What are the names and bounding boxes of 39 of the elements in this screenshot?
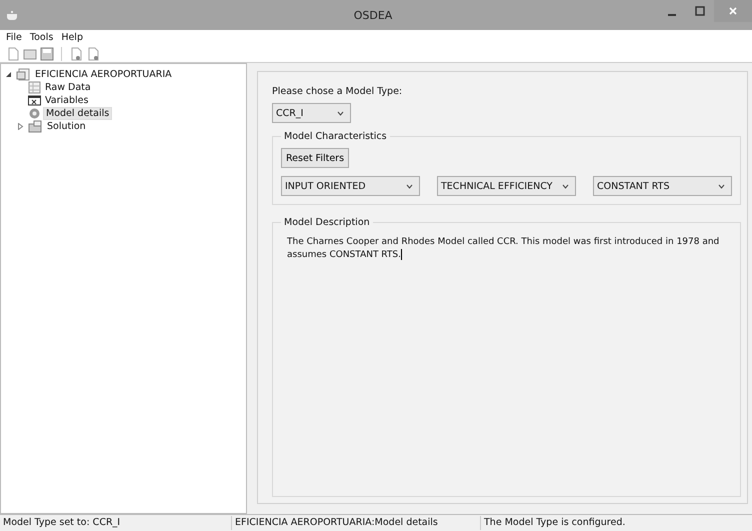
export-icon[interactable] — [86, 46, 100, 60]
status-text: Model Type set to: CCR_I — [0, 516, 232, 530]
pot-icon — [6, 10, 18, 20]
tree-item[interactable]: Model details — [43, 107, 112, 120]
filter-dropdown[interactable]: TECHNICAL EFFICIENCY — [437, 176, 576, 196]
filter-dropdown[interactable]: INPUT ORIENTED — [281, 176, 420, 196]
close-icon — [728, 6, 738, 16]
model-type-dropdown[interactable]: CCR_I — [272, 103, 351, 123]
model-type-label: Please chose a Model Type: — [272, 86, 404, 97]
status-text: EFICIENCIA AEROPORTUARIA:Model details — [232, 516, 481, 530]
maximize-icon — [695, 6, 705, 16]
chevron-down-icon — [562, 184, 569, 188]
tree-item[interactable]: EFICIENCIA AEROPORTUARIA — [33, 69, 174, 80]
folder-icon[interactable] — [23, 46, 37, 60]
table-icon — [28, 81, 41, 94]
tree-item[interactable]: Raw Data — [43, 82, 93, 93]
folder-icon — [28, 120, 43, 133]
description-text: The Charnes Cooper and Rhodes Model called CCR. This model was first introduced in 1978 and assumes CONSTANT RTS. — [287, 236, 720, 262]
reset-filters-button[interactable]: Reset Filters — [281, 148, 350, 168]
menu-item[interactable]: File — [6, 32, 22, 43]
variable-icon — [28, 94, 41, 107]
menu-item[interactable]: Tools — [30, 32, 54, 43]
project-icon — [16, 68, 31, 81]
menu-item[interactable]: Help — [61, 32, 83, 43]
minimize-icon — [668, 14, 676, 16]
window-title: OSDEA — [354, 8, 392, 22]
tree-item[interactable]: Solution — [45, 121, 88, 132]
close-button[interactable] — [714, 0, 752, 22]
group-title: Model Description — [283, 217, 371, 228]
filter-dropdown[interactable]: CONSTANT RTS — [593, 176, 732, 196]
tree-arrow-icon[interactable] — [5, 71, 12, 78]
save-icon[interactable] — [40, 46, 54, 60]
tree-item[interactable]: Variables — [43, 95, 90, 106]
status-text: The Model Type is configured. — [483, 516, 626, 530]
group-title: Model Characteristics — [283, 131, 388, 142]
import-icon[interactable] — [69, 46, 83, 60]
chevron-down-icon — [718, 184, 725, 188]
chevron-down-icon — [406, 184, 413, 188]
chevron-down-icon — [337, 110, 344, 116]
